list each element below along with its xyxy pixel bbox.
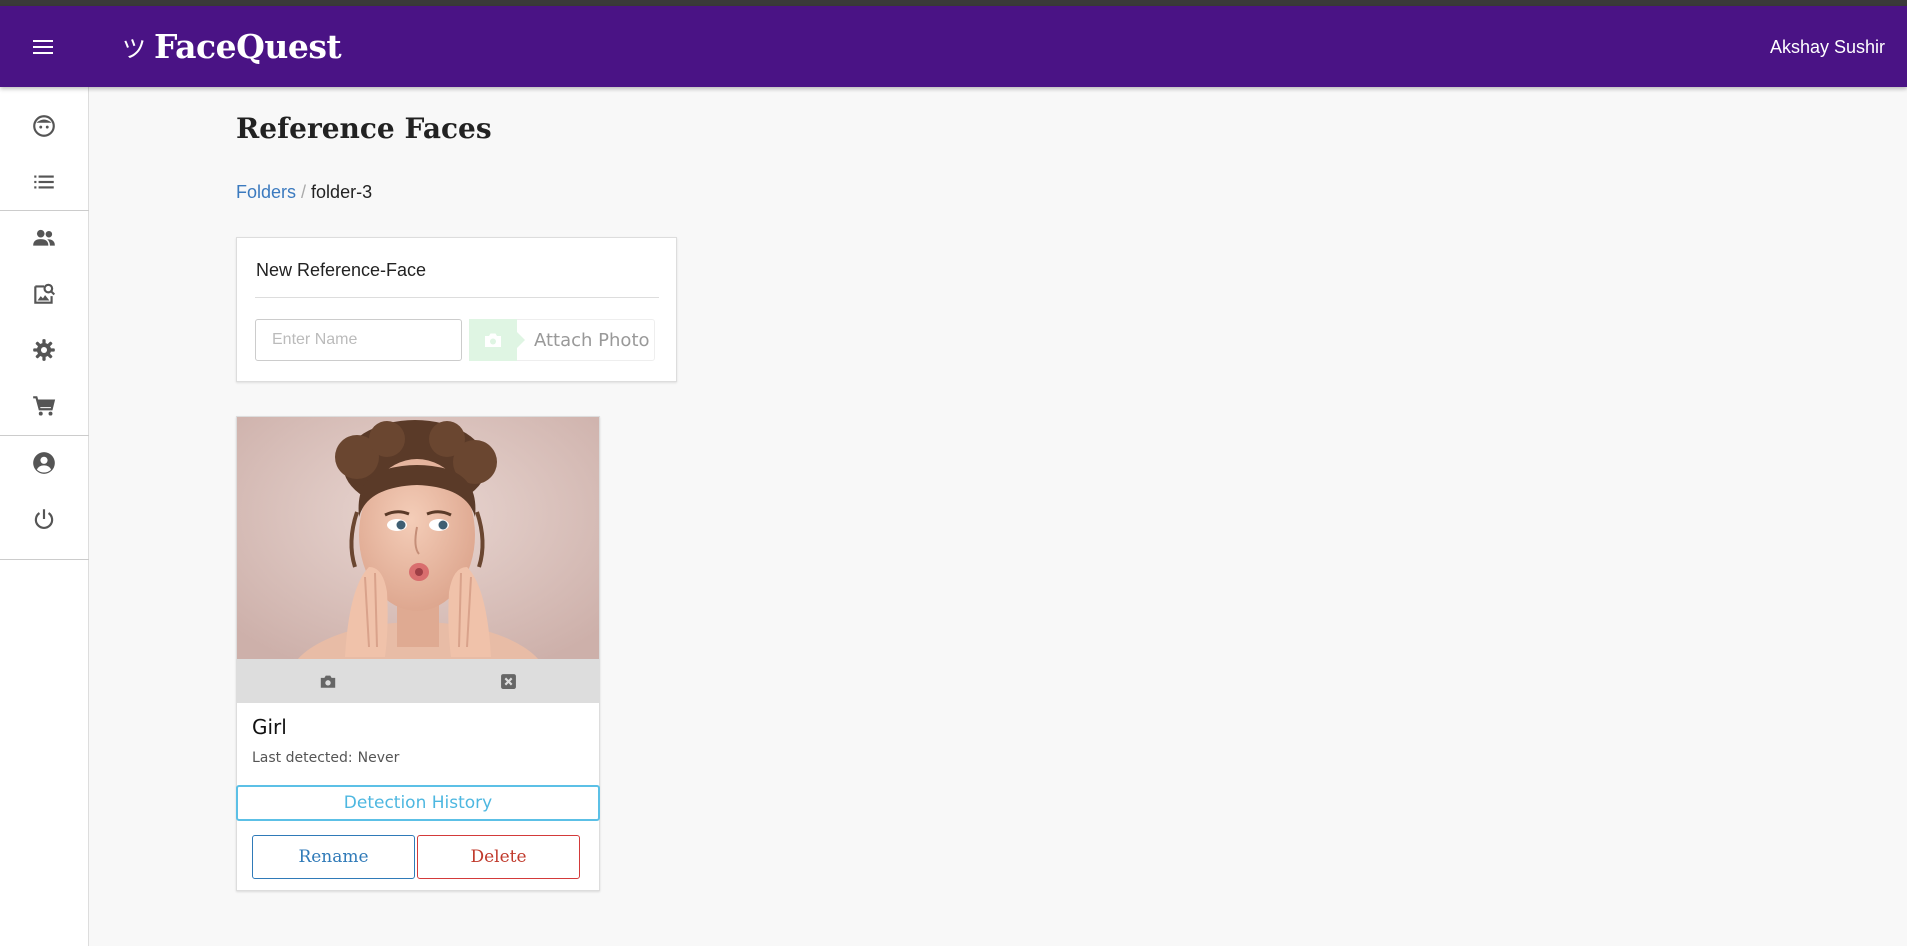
user-menu[interactable]: Akshay Sushir [1770,37,1885,58]
app-bar: ツ FaceQuest Akshay Sushir [0,6,1907,87]
menu-button[interactable] [25,30,61,64]
sidebar-item-cart[interactable] [0,383,88,429]
sidebar-item-people[interactable] [0,215,88,261]
face-card: Girl Last detected: Never Detection Hist… [236,416,600,891]
sidebar-item-settings[interactable] [0,327,88,373]
face-icon [33,115,55,137]
page-title: Reference Faces [236,112,492,145]
remove-photo-button[interactable] [418,659,599,703]
breadcrumb-current: folder-3 [311,182,373,202]
attach-icon-box [469,319,525,361]
brand-logo[interactable]: ツ FaceQuest [122,26,342,66]
photo-actions-bar [237,659,599,703]
delete-button[interactable]: Delete [417,835,580,879]
brand-mark-icon: ツ [122,34,146,63]
menu-icon-bar [33,40,53,42]
new-reference-face-card: New Reference-Face Attach Photo [236,237,677,382]
detection-history-button[interactable]: Detection History [236,785,600,821]
list-icon [34,175,54,189]
name-input[interactable] [255,319,462,361]
face-name: Girl [252,715,287,739]
sidebar-divider [0,559,89,560]
sidebar-divider [0,210,89,211]
brand-name: FaceQuest [154,26,342,66]
breadcrumb-separator: / [301,182,307,202]
change-photo-button[interactable] [237,659,418,703]
power-icon [34,509,54,529]
menu-icon-bar [33,52,53,54]
sidebar-item-image-search[interactable] [0,271,88,317]
close-box-icon [501,673,516,689]
rename-button[interactable]: Rename [252,835,415,879]
image-search-icon [34,283,56,304]
sidebar-item-list[interactable] [0,159,88,205]
sidebar-item-account[interactable] [0,440,88,486]
card-divider [255,297,659,298]
attach-photo-button[interactable]: Attach Photo [469,319,655,361]
breadcrumb-folders-link[interactable]: Folders [236,182,296,203]
account-icon [33,452,55,474]
new-reference-face-title: New Reference-Face [256,260,427,280]
people-icon [33,229,55,246]
face-photo-image [237,417,599,659]
last-detected-label: Last detected: [252,750,353,766]
cart-icon [33,396,56,416]
sidebar-item-faces[interactable] [0,103,88,149]
attach-photo-label: Attach Photo [534,329,650,351]
menu-icon-bar [33,46,53,48]
sidebar-item-logout[interactable] [0,496,88,542]
camera-icon [320,675,335,688]
last-detected: Last detected: Never [252,750,399,766]
last-detected-value: Never [357,750,400,766]
camera-icon [485,333,501,347]
face-photo [237,417,599,659]
sidebar-divider [0,435,89,436]
breadcrumb: Folders / folder-3 [236,182,372,203]
sidebar [0,87,89,946]
gear-icon [33,339,55,361]
